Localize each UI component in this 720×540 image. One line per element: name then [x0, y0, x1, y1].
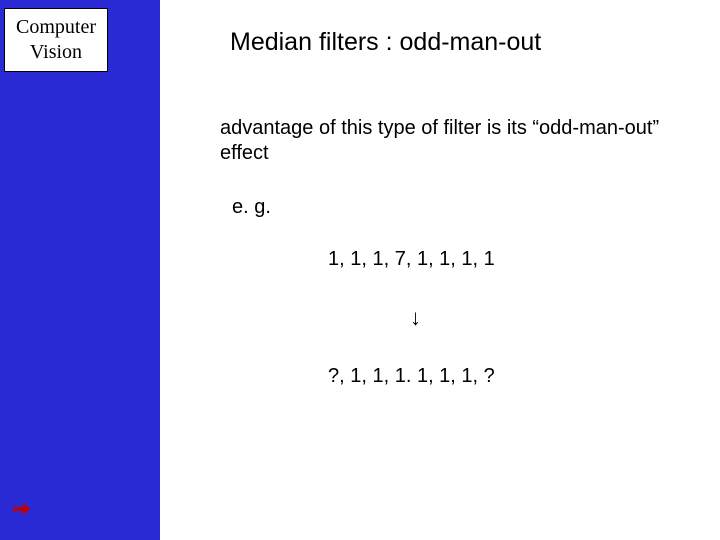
arrow-right-icon [10, 498, 32, 520]
body-text: advantage of this type of filter is its … [220, 116, 660, 166]
sidebar: Computer Vision [0, 0, 160, 540]
sequence-before: 1, 1, 1, 7, 1, 1, 1, 1 [328, 248, 495, 271]
slide-title: Median filters : odd-man-out [230, 28, 541, 57]
sidebar-title-line2: Vision [9, 40, 103, 65]
example-label: e. g. [232, 196, 271, 219]
sidebar-title: Computer Vision [4, 8, 108, 72]
sidebar-title-line1: Computer [9, 15, 103, 40]
down-arrow-icon: ↓ [410, 305, 421, 331]
content-area: Median filters : odd-man-out advantage o… [160, 0, 720, 540]
sequence-after: ?, 1, 1, 1. 1, 1, 1, ? [328, 365, 495, 388]
